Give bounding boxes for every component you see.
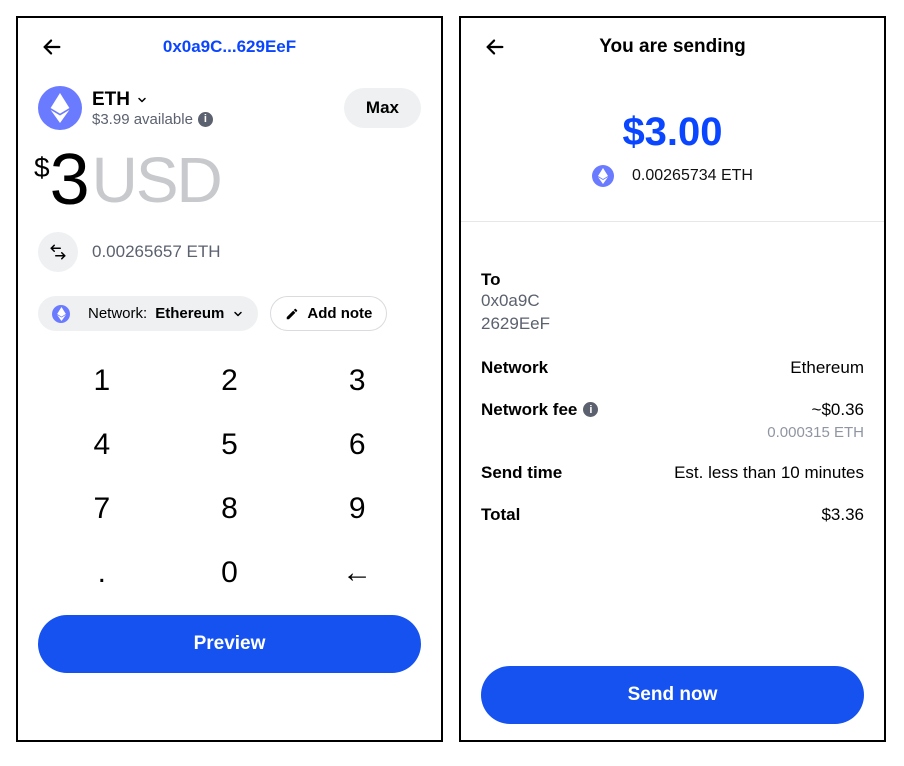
network-row: Network Ethereum xyxy=(481,358,864,378)
keypad-0[interactable]: 0 xyxy=(166,541,294,605)
send-amount-eth: 0.00265734 ETH xyxy=(632,167,753,185)
eth-estimate: 0.00265657 ETH xyxy=(92,242,221,262)
network-value: Ethereum xyxy=(155,305,224,322)
network-value: Ethereum xyxy=(790,358,864,378)
amount-display: $ 3 USD xyxy=(34,144,421,216)
fee-eth: 0.000315 ETH xyxy=(767,424,864,441)
amount-currency: USD xyxy=(92,148,221,212)
network-label: Network xyxy=(481,358,548,378)
send-entry-screen: 0x0a9C...629EeF ETH $3.99 available i Ma… xyxy=(16,16,443,742)
total-value: $3.36 xyxy=(821,505,864,525)
send-amount-usd: $3.00 xyxy=(481,110,864,155)
to-address-line1: 0x0a9C xyxy=(481,290,864,313)
total-label: Total xyxy=(481,505,520,525)
asset-symbol: ETH xyxy=(92,89,130,111)
dollar-sign: $ xyxy=(34,152,50,184)
send-confirm-screen: You are sending $3.00 0.00265734 ETH To … xyxy=(459,16,886,742)
asset-available: $3.99 available xyxy=(92,111,193,128)
to-address-line2: 2629EeF xyxy=(481,313,864,336)
pencil-icon xyxy=(285,307,299,321)
sendtime-value: Est. less than 10 minutes xyxy=(674,463,864,483)
keypad-6[interactable]: 6 xyxy=(293,413,421,477)
keypad-3[interactable]: 3 xyxy=(293,349,421,413)
numeric-keypad: 1 2 3 4 5 6 7 8 9 . 0 ← xyxy=(38,349,421,605)
network-label: Network: xyxy=(88,305,147,322)
eth-icon xyxy=(592,165,614,187)
fee-label: Network fee xyxy=(481,400,577,420)
preview-button[interactable]: Preview xyxy=(38,615,421,673)
add-note-chip[interactable]: Add note xyxy=(270,296,387,331)
info-icon[interactable]: i xyxy=(583,402,598,417)
total-row: Total $3.36 xyxy=(481,505,864,525)
to-label: To xyxy=(481,270,864,290)
info-icon[interactable]: i xyxy=(198,112,213,127)
swap-icon xyxy=(49,243,67,261)
eth-icon xyxy=(52,305,70,323)
chevron-down-icon xyxy=(136,94,148,106)
divider xyxy=(461,221,884,222)
add-note-label: Add note xyxy=(307,305,372,322)
amount-number: 3 xyxy=(50,144,88,216)
keypad-2[interactable]: 2 xyxy=(166,349,294,413)
send-now-button[interactable]: Send now xyxy=(481,666,864,724)
chevron-down-icon xyxy=(232,308,244,320)
send-time-row: Send time Est. less than 10 minutes xyxy=(481,463,864,483)
keypad-7[interactable]: 7 xyxy=(38,477,166,541)
keypad-1[interactable]: 1 xyxy=(38,349,166,413)
asset-selector[interactable]: ETH xyxy=(92,89,213,111)
back-button[interactable] xyxy=(38,33,66,61)
keypad-dot[interactable]: . xyxy=(38,541,166,605)
max-button[interactable]: Max xyxy=(344,88,421,128)
eth-icon xyxy=(38,86,82,130)
fee-usd: ~$0.36 xyxy=(767,400,864,420)
arrow-left-icon xyxy=(41,36,63,58)
keypad-9[interactable]: 9 xyxy=(293,477,421,541)
network-fee-row: Network fee i ~$0.36 0.000315 ETH xyxy=(481,400,864,441)
sendtime-label: Send time xyxy=(481,463,562,483)
page-title: You are sending xyxy=(481,36,864,58)
swap-currency-button[interactable] xyxy=(38,232,78,272)
keypad-4[interactable]: 4 xyxy=(38,413,166,477)
network-chip[interactable]: Network: Ethereum xyxy=(38,296,258,331)
keypad-8[interactable]: 8 xyxy=(166,477,294,541)
keypad-5[interactable]: 5 xyxy=(166,413,294,477)
keypad-backspace[interactable]: ← xyxy=(293,541,421,605)
recipient-address-chip[interactable]: 0x0a9C...629EeF xyxy=(66,37,393,57)
